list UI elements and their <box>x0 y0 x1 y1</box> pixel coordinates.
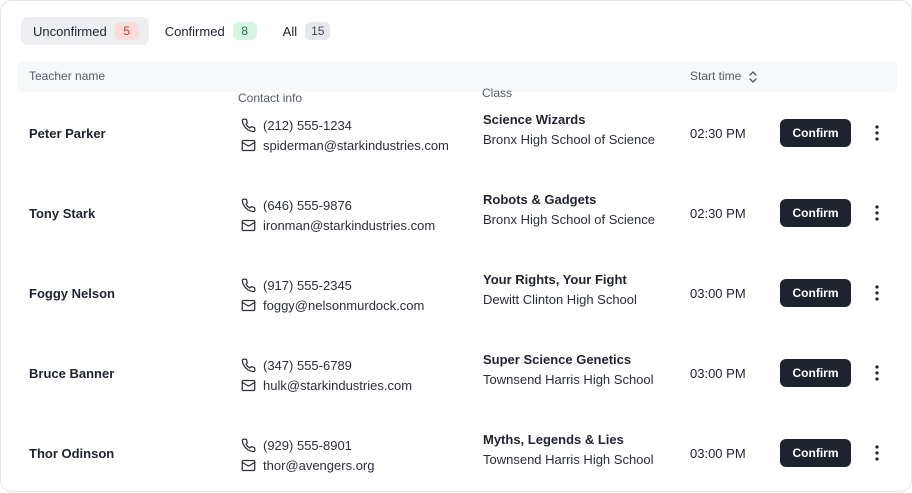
tab-count-badge: 8 <box>232 22 257 40</box>
phone-icon <box>241 358 256 372</box>
more-vertical-icon-glyph <box>875 125 879 141</box>
more-vertical-icon[interactable] <box>869 443 885 463</box>
confirm-button[interactable]: Confirm <box>780 439 851 467</box>
mail-icon <box>241 219 256 231</box>
phone-icon <box>241 198 256 212</box>
email-line: thor@avengers.org <box>241 455 374 475</box>
class-info: Science Wizards Bronx High School of Sci… <box>483 110 655 150</box>
start-time: 03:00 PM <box>690 366 746 381</box>
phone-line: (917) 555-2345 <box>241 275 424 295</box>
email-line: spiderman@starkindustries.com <box>241 135 449 155</box>
mail-icon <box>241 299 256 311</box>
confirm-button[interactable]: Confirm <box>780 199 851 227</box>
email-address: hulk@starkindustries.com <box>263 377 413 393</box>
start-time: 03:00 PM <box>690 446 746 461</box>
teacher-name: Peter Parker <box>29 126 106 141</box>
table-row: Thor Odinson (929) 555-8901 thor@avenger… <box>17 413 897 493</box>
mail-icon <box>241 139 256 151</box>
class-info: Your Rights, Your Fight Dewitt Clinton H… <box>483 270 637 310</box>
start-time: 03:00 PM <box>690 286 746 301</box>
phone-line: (646) 555-9876 <box>241 195 435 215</box>
confirm-button[interactable]: Confirm <box>780 279 851 307</box>
status-tabs: Unconfirmed 5 Confirmed 8 All 15 <box>21 17 340 45</box>
start-time: 02:30 PM <box>690 206 746 221</box>
table-header: Teacher name Contact info Class Start ti… <box>17 61 897 105</box>
contact-info: (212) 555-1234 spiderman@starkindustries… <box>241 115 449 155</box>
school-name: Bronx High School of Science <box>483 132 655 147</box>
teacher-name: Bruce Banner <box>29 366 115 381</box>
teacher-requests-card: Unconfirmed 5 Confirmed 8 All 15 Teacher… <box>0 0 912 492</box>
tab-confirmed[interactable]: Confirmed 8 <box>153 17 267 45</box>
tab-label: All <box>282 23 298 39</box>
phone-line: (347) 555-6789 <box>241 355 412 375</box>
column-header-start-time[interactable]: Start time <box>690 61 758 92</box>
school-name: Townsend Harris High School <box>483 452 654 467</box>
tab-all[interactable]: All 15 <box>271 17 341 45</box>
class-title: Robots & Gadgets <box>483 192 597 207</box>
email-line: ironman@starkindustries.com <box>241 215 435 235</box>
email-line: foggy@nelsonmurdock.com <box>241 295 424 315</box>
class-info: Super Science Genetics Townsend Harris H… <box>483 350 654 390</box>
start-time: 02:30 PM <box>690 126 746 141</box>
email-address: ironman@starkindustries.com <box>263 217 436 233</box>
phone-icon <box>241 438 256 452</box>
more-vertical-icon-glyph <box>875 365 879 381</box>
tab-count-badge: 5 <box>114 22 139 40</box>
email-address: thor@avengers.org <box>263 457 375 473</box>
more-vertical-icon[interactable] <box>869 283 885 303</box>
email-address: spiderman@starkindustries.com <box>263 137 449 153</box>
tab-label: Unconfirmed <box>33 23 107 39</box>
class-title: Super Science Genetics <box>483 352 632 367</box>
contact-info: (929) 555-8901 thor@avengers.org <box>241 435 374 475</box>
table-row: Bruce Banner (347) 555-6789 hulk@starkin… <box>17 333 897 413</box>
mail-icon <box>241 379 256 391</box>
phone-number: (212) 555-1234 <box>263 117 352 133</box>
phone-icon <box>241 278 256 292</box>
more-vertical-icon[interactable] <box>869 123 885 143</box>
more-vertical-icon-glyph <box>875 285 879 301</box>
phone-number: (646) 555-9876 <box>263 197 352 213</box>
contact-info: (646) 555-9876 ironman@starkindustries.c… <box>241 195 435 235</box>
phone-line: (929) 555-8901 <box>241 435 374 455</box>
column-header-teacher: Teacher name <box>29 69 106 83</box>
mail-icon <box>241 459 256 471</box>
phone-number: (917) 555-2345 <box>263 277 352 293</box>
tab-label: Confirmed <box>164 23 225 39</box>
class-title: Myths, Legends & Lies <box>483 432 624 447</box>
more-vertical-icon[interactable] <box>869 363 885 383</box>
more-vertical-icon[interactable] <box>869 203 885 223</box>
tab-unconfirmed[interactable]: Unconfirmed 5 <box>21 17 149 45</box>
table-row: Tony Stark (646) 555-9876 ironman@starki… <box>17 173 897 253</box>
contact-info: (917) 555-2345 foggy@nelsonmurdock.com <box>241 275 424 315</box>
phone-number: (929) 555-8901 <box>263 437 352 453</box>
table-row: Peter Parker (212) 555-1234 spiderman@st… <box>17 93 897 173</box>
phone-number: (347) 555-6789 <box>263 357 352 373</box>
sort-icon[interactable] <box>748 70 758 84</box>
school-name: Bronx High School of Science <box>483 212 655 227</box>
more-vertical-icon-glyph <box>875 445 879 461</box>
phone-line: (212) 555-1234 <box>241 115 449 135</box>
teacher-name: Thor Odinson <box>29 446 115 461</box>
email-address: foggy@nelsonmurdock.com <box>263 297 425 313</box>
confirm-button[interactable]: Confirm <box>780 119 851 147</box>
email-line: hulk@starkindustries.com <box>241 375 412 395</box>
table-row: Foggy Nelson (917) 555-2345 foggy@nelson… <box>17 253 897 333</box>
confirm-button[interactable]: Confirm <box>780 359 851 387</box>
more-vertical-icon-glyph <box>875 205 879 221</box>
teacher-name: Foggy Nelson <box>29 286 115 301</box>
contact-info: (347) 555-6789 hulk@starkindustries.com <box>241 355 412 395</box>
column-header-label: Start time <box>690 69 742 83</box>
tab-count-badge: 15 <box>305 22 331 40</box>
teacher-name: Tony Stark <box>29 206 96 221</box>
class-title: Your Rights, Your Fight <box>483 272 627 287</box>
class-info: Myths, Legends & Lies Townsend Harris Hi… <box>483 430 654 470</box>
school-name: Dewitt Clinton High School <box>483 292 637 307</box>
class-title: Science Wizards <box>483 112 586 127</box>
phone-icon <box>241 118 256 132</box>
school-name: Townsend Harris High School <box>483 372 654 387</box>
class-info: Robots & Gadgets Bronx High School of Sc… <box>483 190 655 230</box>
